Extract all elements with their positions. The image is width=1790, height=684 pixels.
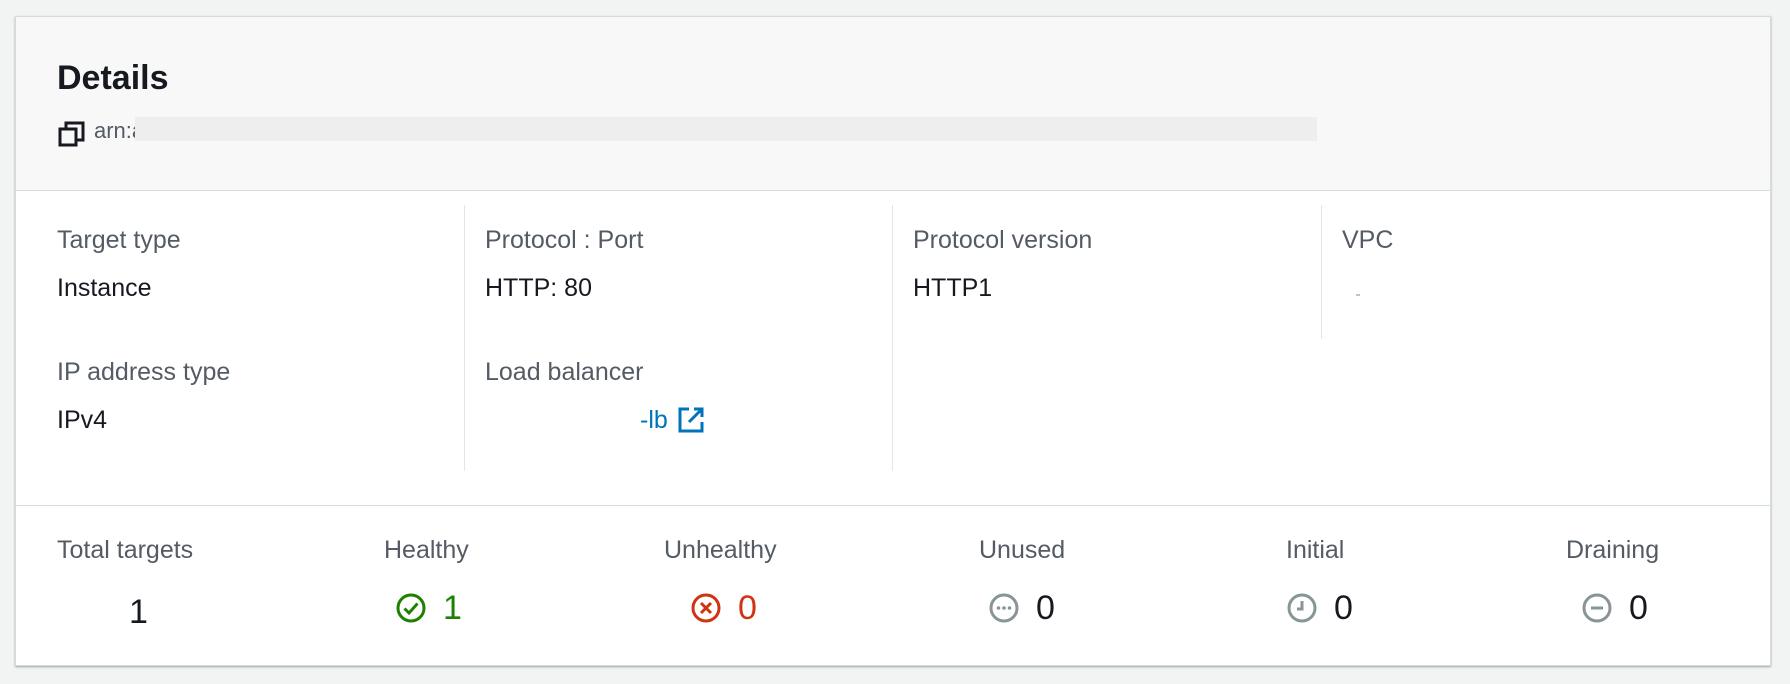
x-circle-icon: [691, 593, 721, 623]
vpc-label: VPC: [1342, 226, 1394, 254]
unused-label: Unused: [979, 536, 1066, 564]
properties-grid: Target type Instance Protocol : Port HTT…: [16, 191, 1770, 507]
target-type-value: Instance: [57, 274, 152, 302]
healthy-value-row: 1: [395, 588, 462, 628]
details-panel: Details arn:a Target type Instance Proto…: [15, 16, 1771, 666]
load-balancer-value: -lb: [485, 405, 706, 435]
vpc-value: [1342, 273, 1393, 303]
healthy-value: 1: [443, 589, 462, 627]
unhealthy-value-row: 0: [690, 588, 757, 628]
total-targets-value-row: 1: [129, 592, 148, 632]
total-targets-label: Total targets: [57, 536, 194, 564]
arn-row: arn:a: [57, 115, 1317, 149]
arn-redacted: [135, 117, 1317, 141]
unused-value-row: 0: [988, 588, 1055, 628]
total-targets-value: 1: [129, 593, 148, 631]
clock-icon: [1287, 593, 1317, 623]
target-type-field: Target type Instance: [57, 225, 181, 303]
protocol-port-label: Protocol : Port: [485, 226, 644, 254]
unhealthy-label: Unhealthy: [664, 536, 777, 564]
initial-value-row: 0: [1286, 588, 1353, 628]
load-balancer-link[interactable]: -lb: [640, 405, 706, 435]
ip-address-type-field: IP address type IPv4: [57, 357, 230, 435]
column-divider: [464, 205, 465, 471]
load-balancer-field: Load balancer -lb: [485, 357, 706, 435]
column-divider: [1321, 205, 1322, 339]
target-counts: Total targets 1 Healthy 1 Unhealthy 0 Un…: [16, 506, 1770, 665]
draining-label: Draining: [1566, 536, 1660, 564]
vpc-field: VPC: [1342, 225, 1393, 303]
details-header: Details arn:a: [16, 17, 1770, 191]
initial-label: Initial: [1286, 536, 1345, 564]
copy-icon[interactable]: [57, 119, 87, 149]
protocol-port-field: Protocol : Port HTTP: 80: [485, 225, 643, 303]
protocol-version-value: HTTP1: [913, 274, 993, 302]
unhealthy-value: 0: [738, 589, 757, 627]
load-balancer-link-text: -lb: [640, 406, 668, 434]
external-link-icon: [678, 407, 704, 433]
draining-value: 0: [1629, 589, 1648, 627]
healthy-label: Healthy: [384, 536, 469, 564]
protocol-port-value: HTTP: 80: [485, 274, 592, 302]
page-title: Details: [57, 59, 169, 97]
ellipsis-circle-icon: [989, 593, 1019, 623]
ip-address-type-label: IP address type: [57, 358, 231, 386]
protocol-version-field: Protocol version HTTP1: [913, 225, 1092, 303]
target-type-label: Target type: [57, 226, 181, 254]
unused-value: 0: [1036, 589, 1055, 627]
ip-address-type-value: IPv4: [57, 406, 108, 434]
load-balancer-label: Load balancer: [485, 358, 644, 386]
check-circle-icon: [396, 593, 426, 623]
draining-value-row: 0: [1581, 588, 1648, 628]
column-divider: [892, 205, 893, 471]
vpc-redacted: [1356, 294, 1360, 296]
protocol-version-label: Protocol version: [913, 226, 1093, 254]
minus-circle-icon: [1582, 593, 1612, 623]
initial-value: 0: [1334, 589, 1353, 627]
